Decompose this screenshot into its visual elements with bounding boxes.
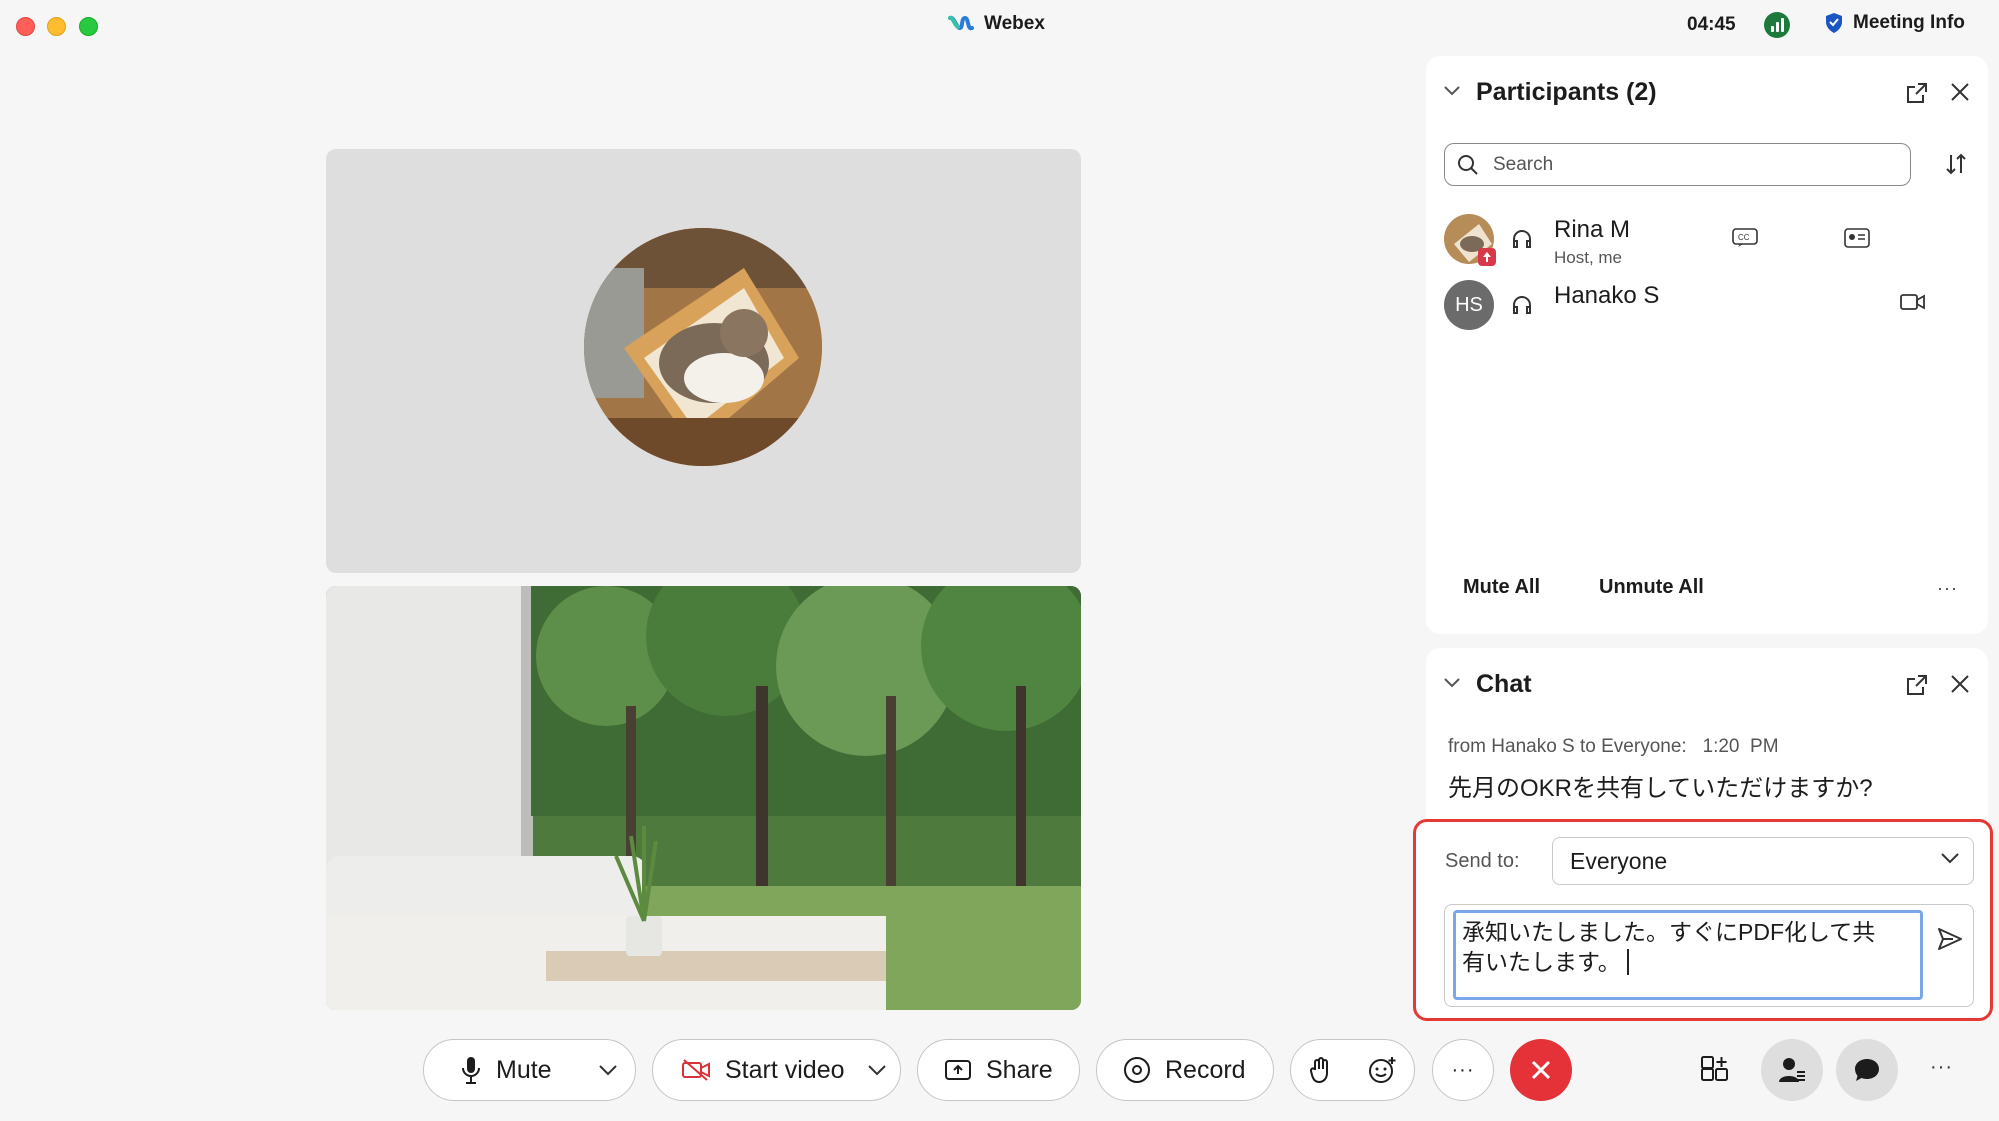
chat-title: Chat: [1476, 670, 1532, 698]
more-menu-button[interactable]: ···: [1930, 1056, 1953, 1079]
participants-more-button[interactable]: ···: [1937, 578, 1958, 599]
close-window-button[interactable]: [16, 17, 35, 36]
zoom-window-button[interactable]: [79, 17, 98, 36]
send-to-label: Send to:: [1445, 850, 1520, 872]
title-bar: Webex 04:45 Meeting Info: [0, 0, 1999, 52]
headset-icon: [1513, 296, 1531, 314]
pop-out-icon[interactable]: [1906, 674, 1928, 696]
app-title: Webex: [948, 13, 1045, 35]
participant-name: Rina M: [1554, 216, 1631, 243]
mute-label: Mute: [496, 1055, 552, 1084]
start-video-button[interactable]: Start video: [652, 1039, 901, 1101]
meeting-info-label: Meeting Info: [1853, 12, 1965, 33]
presenter-badge-icon: [1478, 248, 1496, 266]
participants-panel: Participants (2) Rina M Host, me CC HS H…: [1426, 56, 1988, 634]
emoji-reaction-icon[interactable]: [1367, 1055, 1397, 1085]
collapse-chevron-icon[interactable]: [1444, 86, 1460, 96]
participants-title: Participants (2): [1476, 78, 1657, 106]
participant-search[interactable]: [1444, 143, 1911, 186]
participant-name: Hanako S: [1554, 282, 1660, 309]
video-tile-host[interactable]: [326, 149, 1081, 573]
participant-initials-avatar: HS: [1444, 280, 1494, 330]
microphone-icon: [462, 1057, 480, 1084]
start-video-label: Start video: [725, 1055, 845, 1084]
park-scene-image: [326, 586, 1081, 1010]
contact-card-icon[interactable]: [1844, 228, 1870, 248]
participant-role: Host, me: [1554, 248, 1623, 267]
message-input-wrapper: 承知いたしました。すぐにPDF化して共 有いたします。: [1444, 904, 1974, 1007]
more-options-button[interactable]: ···: [1432, 1039, 1494, 1101]
participants-toggle-button[interactable]: [1761, 1039, 1823, 1101]
send-to-value: Everyone: [1570, 847, 1668, 874]
chat-message-text: 先月のOKRを共有していただけますか?: [1448, 775, 1873, 802]
chevron-down-icon: [1941, 853, 1959, 864]
webex-logo-icon: [948, 15, 974, 31]
draft-line-2: 有いたします。: [1462, 949, 1621, 975]
apps-icon[interactable]: [1700, 1055, 1730, 1085]
end-call-button[interactable]: [1510, 1039, 1572, 1101]
close-icon[interactable]: [1950, 674, 1970, 694]
app-title-text: Webex: [984, 13, 1045, 34]
participant-avatar-photo: [584, 228, 822, 466]
meeting-info-button[interactable]: Meeting Info: [1825, 12, 1965, 34]
share-label: Share: [986, 1055, 1053, 1084]
send-icon[interactable]: [1937, 927, 1963, 951]
mute-all-button[interactable]: Mute All: [1463, 576, 1540, 599]
minimize-window-button[interactable]: [47, 17, 66, 36]
svg-text:CC: CC: [1738, 233, 1750, 242]
record-label: Record: [1165, 1055, 1246, 1084]
close-icon: [1531, 1060, 1551, 1080]
record-icon: [1124, 1057, 1150, 1083]
share-button[interactable]: Share: [917, 1039, 1080, 1101]
collapse-chevron-icon[interactable]: [1444, 678, 1460, 688]
video-off-icon: [682, 1059, 710, 1081]
close-icon[interactable]: [1950, 82, 1970, 102]
chevron-down-icon[interactable]: [868, 1064, 886, 1076]
chat-compose-area: Send to: Everyone 承知いたしました。すぐにPDF化して共 有い…: [1413, 819, 1993, 1021]
sort-icon[interactable]: [1944, 152, 1968, 176]
search-icon: [1458, 154, 1478, 175]
chat-toggle-button[interactable]: [1836, 1039, 1898, 1101]
send-to-select[interactable]: Everyone: [1552, 837, 1974, 885]
participant-row[interactable]: HS Hanako S: [1444, 276, 1964, 332]
network-signal-icon[interactable]: [1764, 12, 1790, 38]
meeting-clock: 04:45: [1687, 14, 1736, 35]
pop-out-icon[interactable]: [1906, 82, 1928, 104]
record-button[interactable]: Record: [1096, 1039, 1274, 1101]
draft-line-1: 承知いたしました。すぐにPDF化して共: [1462, 919, 1876, 945]
share-screen-icon: [945, 1060, 971, 1080]
chat-bubble-icon: [1855, 1059, 1879, 1081]
video-tile-background-scene[interactable]: [326, 586, 1081, 1010]
chat-message-meta: from Hanako S to Everyone: 1:20 PM: [1448, 736, 1779, 757]
unmute-all-button[interactable]: Unmute All: [1599, 576, 1704, 599]
reactions-group: [1290, 1039, 1415, 1101]
participant-row[interactable]: Rina M Host, me CC: [1444, 210, 1964, 267]
shield-icon: [1826, 13, 1842, 33]
message-input[interactable]: 承知いたしました。すぐにPDF化して共 有いたします。: [1453, 910, 1923, 1000]
text-cursor: [1626, 949, 1629, 975]
mute-button[interactable]: Mute: [423, 1039, 636, 1101]
video-camera-icon[interactable]: [1900, 292, 1926, 312]
raise-hand-icon[interactable]: [1308, 1056, 1332, 1084]
participants-icon: [1779, 1058, 1805, 1082]
headset-icon: [1513, 230, 1531, 248]
search-input[interactable]: [1491, 152, 1895, 177]
captions-icon[interactable]: CC: [1732, 228, 1758, 248]
chevron-down-icon[interactable]: [599, 1064, 617, 1076]
